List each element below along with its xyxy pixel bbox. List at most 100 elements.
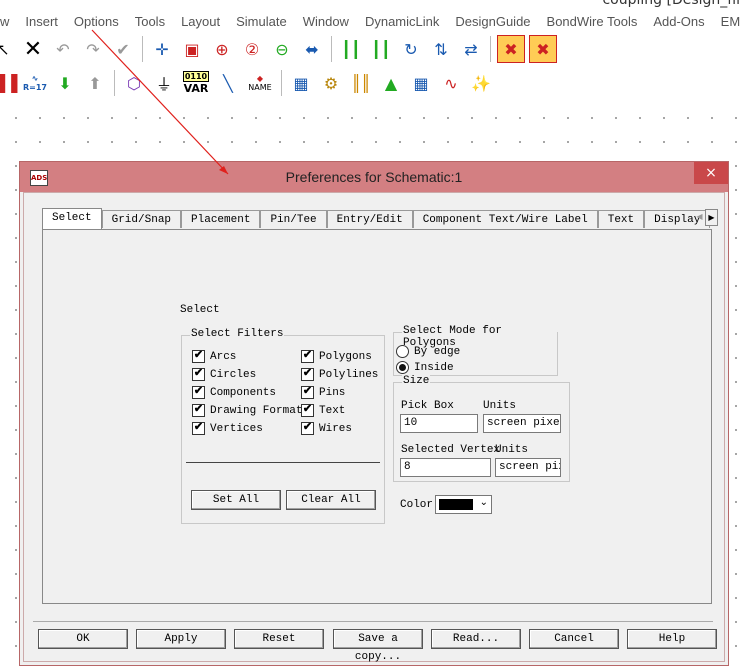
wire-icon[interactable]: ╲ bbox=[215, 70, 241, 96]
checkbox-arcs[interactable]: ✔ Arcs bbox=[192, 350, 236, 363]
menu-bar: w Insert Options Tools Layout Simulate W… bbox=[0, 10, 740, 32]
tab-grid-snap[interactable]: Grid/Snap bbox=[101, 210, 182, 228]
menu-view[interactable]: w bbox=[0, 14, 17, 29]
toolbar-top: ↖ ✕ ↶ ↷ ✔ ✛ ▣ ⊕ ② ⊖ ⬌ ┃┃ ┃┃ ↻ ⇅ ⇄ ✖ ✖ bbox=[0, 33, 740, 65]
pick-box-units-input[interactable]: screen pixels bbox=[483, 414, 561, 433]
tab-text[interactable]: Text bbox=[597, 210, 645, 228]
selected-vertex-label: Selected Vertex bbox=[401, 444, 501, 456]
deactivate-icon[interactable]: ✖ bbox=[497, 35, 525, 63]
pick-box-input[interactable]: 10 bbox=[400, 414, 478, 433]
checkbox-text[interactable]: ✔ Text bbox=[301, 404, 345, 417]
distribute-icon[interactable]: ┃┃ bbox=[368, 36, 394, 62]
dialog-titlebar[interactable]: ADS Preferences for Schematic:1 × bbox=[20, 162, 728, 192]
move-icon[interactable]: ✛ bbox=[149, 36, 175, 62]
short-icon[interactable]: ✖ bbox=[529, 35, 557, 63]
radio-label: By edge bbox=[414, 345, 461, 358]
menu-tools[interactable]: Tools bbox=[127, 14, 173, 29]
menu-window[interactable]: Window bbox=[295, 14, 357, 29]
apply-button[interactable]: Apply bbox=[136, 629, 226, 649]
menu-add-ons[interactable]: Add-Ons bbox=[645, 14, 712, 29]
radio-inside[interactable]: Inside bbox=[396, 361, 454, 374]
menu-options[interactable]: Options bbox=[66, 14, 127, 29]
save-a-copy-button[interactable]: Save a copy... bbox=[333, 629, 423, 663]
menu-insert[interactable]: Insert bbox=[17, 14, 66, 29]
var-icon[interactable]: 0110 VAR bbox=[181, 70, 211, 96]
radio-dot bbox=[396, 361, 409, 374]
zoom-area-icon[interactable]: ▣ bbox=[179, 36, 205, 62]
tab-scroll-right-icon[interactable]: ▶ bbox=[705, 209, 718, 226]
selected-vertex-input[interactable]: 8 bbox=[400, 458, 491, 477]
library-icon[interactable]: ▐▐ bbox=[0, 70, 18, 96]
checkbox-vertices[interactable]: ✔ Vertices bbox=[192, 422, 263, 435]
upload-icon[interactable]: ⬆ bbox=[82, 70, 108, 96]
zoom-in-icon[interactable]: ⊕ bbox=[209, 36, 235, 62]
port-icon[interactable]: ⬡ bbox=[121, 70, 147, 96]
plot-icon[interactable]: ∿ bbox=[438, 70, 464, 96]
align-icon[interactable]: ┃┃ bbox=[338, 36, 364, 62]
read-button[interactable]: Read... bbox=[431, 629, 521, 649]
ground-icon[interactable]: ⏚ bbox=[151, 70, 177, 96]
r17-icon[interactable]: ∿ R=17 bbox=[22, 70, 48, 96]
check-icon[interactable]: ✔ bbox=[110, 36, 136, 62]
clear-all-button[interactable]: Clear All bbox=[286, 490, 376, 510]
checkbox-polygons[interactable]: ✔ Polygons bbox=[301, 350, 372, 363]
menu-bondwire-tools[interactable]: BondWire Tools bbox=[539, 14, 646, 29]
menu-layout[interactable]: Layout bbox=[173, 14, 228, 29]
download-icon[interactable]: ⬇ bbox=[52, 70, 78, 96]
tab-scroll-left-icon[interactable]: ◀ bbox=[694, 209, 705, 224]
mirror-x-icon[interactable]: ⇅ bbox=[428, 36, 454, 62]
tab-placement[interactable]: Placement bbox=[181, 210, 261, 228]
zoom-2x-icon[interactable]: ② bbox=[239, 36, 265, 62]
checkbox-polylines[interactable]: ✔ Polylines bbox=[301, 368, 378, 381]
cancel-button[interactable]: Cancel bbox=[529, 629, 619, 649]
tuning-icon[interactable]: ║║ bbox=[348, 70, 374, 96]
radio-label: Inside bbox=[414, 361, 454, 374]
check-icon: ✔ bbox=[301, 386, 314, 399]
menu-designguide[interactable]: DesignGuide bbox=[447, 14, 538, 29]
checkbox-drawing-format[interactable]: ✔ Drawing Format bbox=[192, 404, 302, 417]
push-up-icon[interactable]: ▲ bbox=[378, 70, 404, 96]
menu-em[interactable]: EM bbox=[713, 14, 740, 29]
undo-icon[interactable]: ↶ bbox=[50, 36, 76, 62]
set-all-button[interactable]: Set All bbox=[191, 490, 281, 510]
color-select[interactable]: ⌄ bbox=[435, 495, 492, 514]
mirror-y-icon[interactable]: ⇄ bbox=[458, 36, 484, 62]
menu-dynamiclink[interactable]: DynamicLink bbox=[357, 14, 447, 29]
close-button[interactable]: × bbox=[694, 162, 728, 184]
redo-icon[interactable]: ↷ bbox=[80, 36, 106, 62]
menu-simulate[interactable]: Simulate bbox=[228, 14, 295, 29]
rotate-icon[interactable]: ↻ bbox=[398, 36, 424, 62]
tab-select[interactable]: Select bbox=[42, 208, 102, 229]
pan-icon[interactable]: ⬌ bbox=[299, 36, 325, 62]
checkbox-wires[interactable]: ✔ Wires bbox=[301, 422, 352, 435]
radio-by-edge[interactable]: By edge bbox=[396, 345, 460, 358]
name-label: NAME bbox=[248, 83, 272, 92]
tab-entry-edit[interactable]: Entry/Edit bbox=[326, 210, 413, 228]
checkbox-circles[interactable]: ✔ Circles bbox=[192, 368, 256, 381]
zoom-out-icon[interactable]: ⊖ bbox=[269, 36, 295, 62]
simulate-gear-icon[interactable]: ⚙ bbox=[318, 70, 344, 96]
tab-component-text-wire-label[interactable]: Component Text/Wire Label bbox=[412, 210, 598, 228]
help-button[interactable]: Help bbox=[627, 629, 717, 649]
data-display-icon[interactable]: ▦ bbox=[408, 70, 434, 96]
checkbox-pins[interactable]: ✔ Pins bbox=[301, 386, 345, 399]
checkbox-label: Pins bbox=[319, 386, 346, 399]
tab-pin-tee[interactable]: Pin/Tee bbox=[260, 210, 327, 228]
check-icon: ✔ bbox=[192, 350, 205, 363]
checkbox-label: Drawing Format bbox=[210, 404, 303, 417]
component-history-icon[interactable]: ▦ bbox=[288, 70, 314, 96]
name-icon[interactable]: ◆ NAME bbox=[245, 70, 275, 96]
toolbar-separator bbox=[142, 36, 143, 62]
tab-panel-select: Select Select Filters ✔ Arcs ✔ Circles ✔ Co… bbox=[42, 229, 712, 604]
checkbox-label: Wires bbox=[319, 422, 353, 435]
units-label-2: Units bbox=[495, 444, 529, 456]
checkbox-label: Polygons bbox=[319, 350, 372, 363]
size-group: Size Pick Box Units 10 screen pixels Sel… bbox=[393, 375, 570, 482]
pointer-icon[interactable]: ↖ bbox=[0, 36, 16, 62]
delete-icon[interactable]: ✕ bbox=[20, 36, 46, 62]
optimize-icon[interactable]: ✨ bbox=[468, 70, 494, 96]
ok-button[interactable]: OK bbox=[38, 629, 128, 649]
reset-button[interactable]: Reset bbox=[234, 629, 324, 649]
checkbox-components[interactable]: ✔ Components bbox=[192, 386, 276, 399]
selected-vertex-units-input[interactable]: screen pixels bbox=[495, 458, 561, 477]
